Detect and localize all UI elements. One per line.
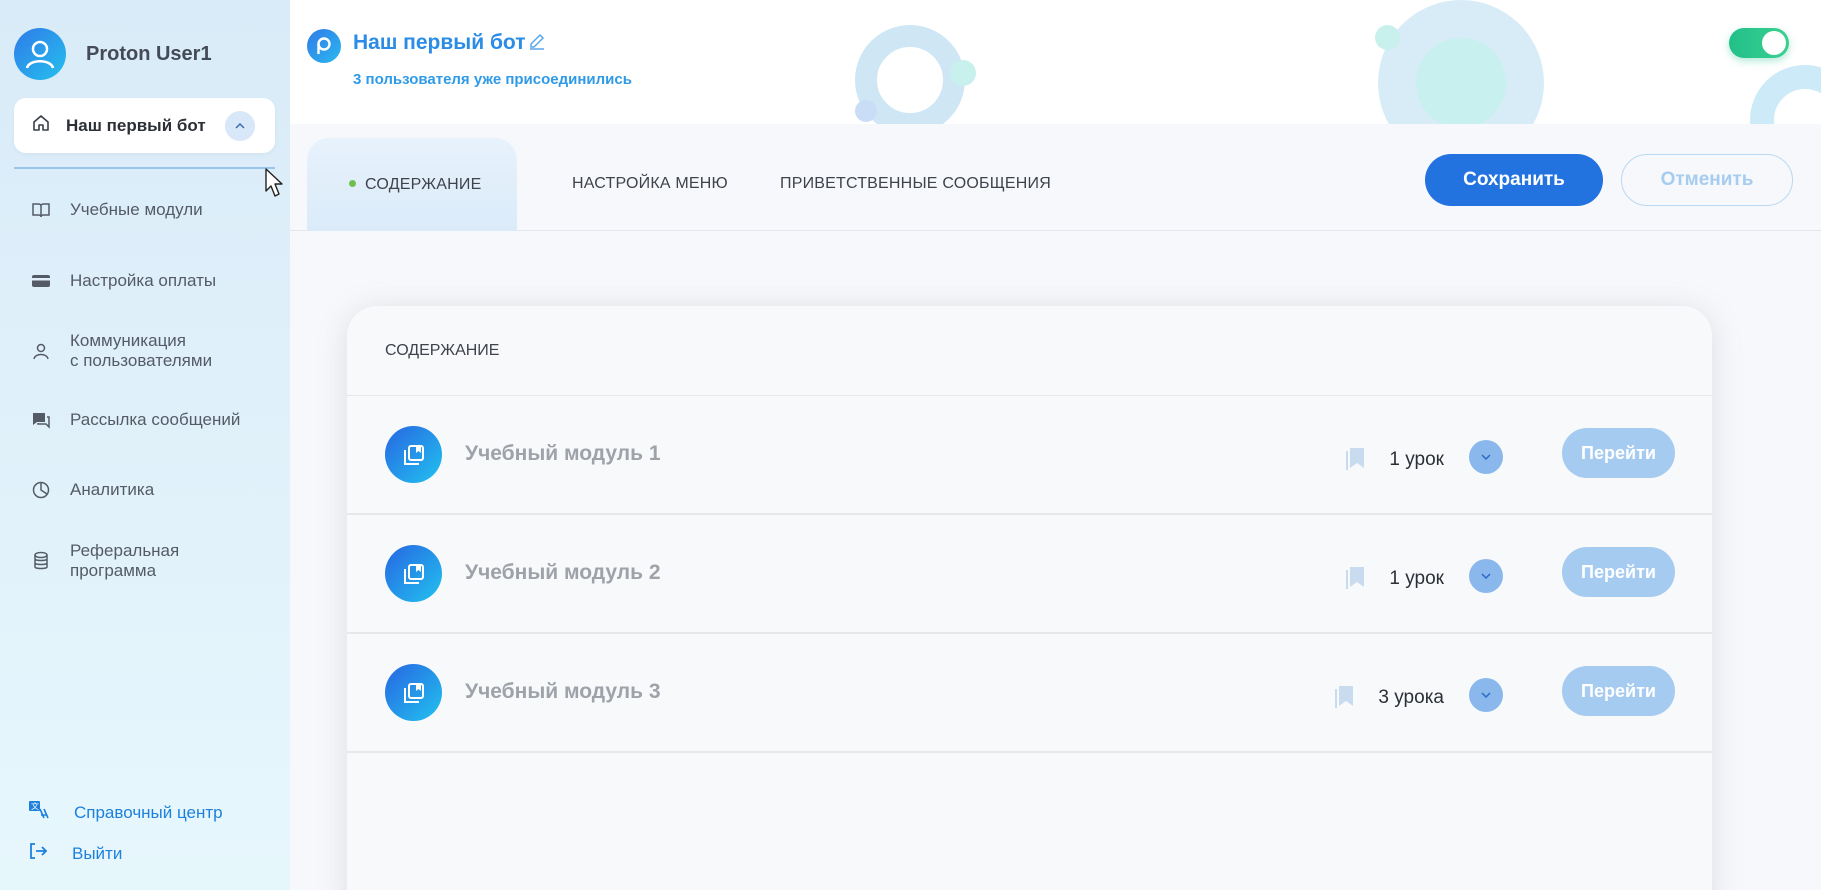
chat-icon xyxy=(30,409,52,431)
module-icon xyxy=(385,545,442,602)
module-icon xyxy=(385,664,442,721)
sidebar-item-label: Учебные модули xyxy=(70,200,203,219)
sidebar: Proton User1 Наш первый бот Учебные моду… xyxy=(0,0,290,890)
save-button[interactable]: Сохранить xyxy=(1425,154,1603,206)
content-heading: СОДЕРЖАНИЕ xyxy=(347,306,1712,396)
pencil-icon[interactable] xyxy=(528,32,546,55)
lessons-count: 3 урока xyxy=(1378,687,1444,708)
logout-icon xyxy=(28,842,48,865)
lessons-count: 1 урок xyxy=(1389,568,1444,589)
bot-active-toggle[interactable] xyxy=(1729,28,1789,58)
bot-logo-icon xyxy=(307,29,341,63)
logout-link[interactable]: Выйти xyxy=(28,842,122,865)
module-lessons: 3 урока xyxy=(1334,682,1444,714)
bookmark-icon xyxy=(1334,682,1356,714)
svg-text:文: 文 xyxy=(31,801,39,811)
open-module-button[interactable]: Перейти xyxy=(1562,428,1675,478)
decor-dot xyxy=(1375,25,1400,50)
sidebar-divider xyxy=(14,167,275,169)
module-lessons: 1 урок xyxy=(1345,563,1444,595)
user-name: Proton User1 xyxy=(86,42,212,65)
module-lessons: 1 урок xyxy=(1345,444,1444,476)
mouse-cursor-icon xyxy=(265,168,285,203)
sidebar-item-label: Коммуникация с пользователями xyxy=(70,331,212,371)
user-profile[interactable]: Proton User1 xyxy=(14,28,212,80)
help-center-link[interactable]: 文 Справочный центр xyxy=(28,800,223,825)
module-title: Учебный модуль 3 xyxy=(465,680,661,703)
tab-bar: СОДЕРЖАНИЕ НАСТРОЙКА МЕНЮ ПРИВЕТСТВЕННЫЕ… xyxy=(290,124,1821,231)
bot-name: Наш первый бот xyxy=(353,31,526,54)
home-icon xyxy=(32,114,50,137)
pie-chart-icon xyxy=(30,479,52,501)
module-title: Учебный модуль 1 xyxy=(465,442,661,465)
chevron-down-icon[interactable] xyxy=(1469,678,1503,712)
sidebar-item-referral[interactable]: Реферальная программа xyxy=(30,541,179,581)
bookmark-icon xyxy=(1345,444,1367,476)
logout-label: Выйти xyxy=(72,843,123,863)
chevron-down-icon[interactable] xyxy=(1469,559,1503,593)
sidebar-item-label: Аналитика xyxy=(70,480,155,499)
decor-dot xyxy=(950,60,976,86)
bot-header: Наш первый бот 3 пользователя уже присое… xyxy=(290,0,1821,124)
sidebar-item-label: Реферальная программа xyxy=(70,541,179,581)
tab-menu-settings[interactable]: НАСТРОЙКА МЕНЮ xyxy=(572,175,728,193)
bookmark-icon xyxy=(1345,563,1367,595)
decor-ring xyxy=(1750,65,1821,124)
tab-content[interactable]: СОДЕРЖАНИЕ xyxy=(365,176,481,194)
chevron-up-icon[interactable] xyxy=(225,111,255,141)
module-row[interactable]: Учебный модуль 1 1 урок Перейти xyxy=(347,396,1712,515)
sidebar-item-label-line1: Коммуникация xyxy=(70,331,187,350)
module-row[interactable]: Учебный модуль 2 1 урок Перейти xyxy=(347,515,1712,634)
translate-icon: 文 xyxy=(28,800,50,825)
sidebar-item-analytics[interactable]: Аналитика xyxy=(30,479,154,501)
sidebar-item-label-line2: с пользователями xyxy=(70,351,213,370)
sidebar-item-label: Рассылка сообщений xyxy=(70,410,241,429)
tab-welcome-messages[interactable]: ПРИВЕТСТВЕННЫЕ СООБЩЕНИЯ xyxy=(780,175,1051,193)
module-icon xyxy=(385,426,442,483)
sidebar-item-communication[interactable]: Коммуникация с пользователями xyxy=(30,331,212,371)
book-icon xyxy=(30,199,52,221)
decor-ring xyxy=(1378,0,1544,124)
sidebar-item-modules[interactable]: Учебные модули xyxy=(30,199,203,221)
bot-subscribers-count: 3 пользователя уже присоединились xyxy=(353,71,632,88)
database-icon xyxy=(30,550,52,572)
open-module-button[interactable]: Перейти xyxy=(1562,666,1675,716)
person-icon xyxy=(30,340,52,362)
sidebar-item-payment[interactable]: Настройка оплаты xyxy=(30,270,216,292)
chevron-down-icon[interactable] xyxy=(1469,440,1503,474)
sidebar-item-label-line2: программа xyxy=(70,561,157,580)
current-bot-label: Наш первый бот xyxy=(66,115,206,135)
active-tab-dot xyxy=(349,180,356,187)
cancel-button[interactable]: Отменить xyxy=(1621,154,1793,206)
decor-dot xyxy=(855,100,877,122)
content-card: СОДЕРЖАНИЕ Учебный модуль 1 1 урок Перей… xyxy=(347,306,1712,890)
module-row[interactable]: Учебный модуль 3 3 урока Перейти xyxy=(347,634,1712,753)
sidebar-item-label-line1: Реферальная xyxy=(70,541,180,560)
open-module-button[interactable]: Перейти xyxy=(1562,547,1675,597)
sidebar-item-mailing[interactable]: Рассылка сообщений xyxy=(30,409,240,431)
user-icon xyxy=(14,28,66,80)
sidebar-item-label: Настройка оплаты xyxy=(70,271,217,290)
help-center-label: Справочный центр xyxy=(74,802,223,822)
lessons-count: 1 урок xyxy=(1389,449,1444,470)
card-icon xyxy=(30,270,52,292)
current-bot-selector[interactable]: Наш первый бот xyxy=(14,98,275,153)
module-title: Учебный модуль 2 xyxy=(465,561,661,584)
